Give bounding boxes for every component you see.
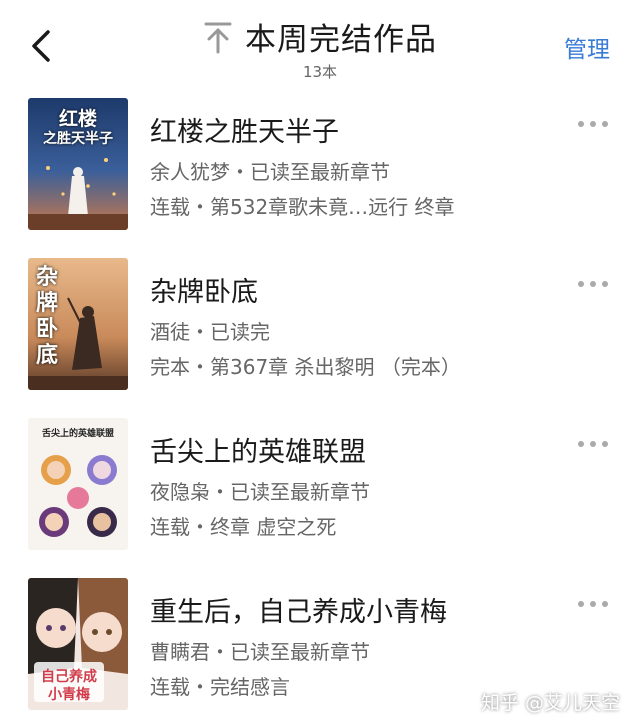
more-horizontal-icon bbox=[578, 281, 608, 287]
book-item[interactable]: 红楼 之胜天半子 红楼之胜天半子 余人犹梦・已读至最新章节 连载・第532章歌未… bbox=[0, 98, 640, 238]
book-cover[interactable]: 红楼 之胜天半子 bbox=[28, 98, 128, 230]
watermark: 知乎 @艾儿天空 bbox=[480, 692, 620, 714]
more-options-button[interactable] bbox=[576, 116, 610, 132]
book-latest-chapter: 连载・第532章歌未竟…远行 终章 bbox=[150, 195, 455, 219]
cover-title: 杂牌 bbox=[35, 264, 58, 316]
book-title: 红楼之胜天半子 bbox=[150, 117, 339, 148]
book-latest-chapter: 连载・终章 虚空之死 bbox=[150, 515, 337, 539]
more-options-button[interactable] bbox=[576, 596, 610, 612]
cover-subtitle: 之胜天半子 bbox=[43, 131, 113, 147]
book-author-status: 余人犹梦・已读至最新章节 bbox=[150, 160, 390, 184]
book-title: 杂牌卧底 bbox=[150, 277, 258, 308]
book-latest-chapter: 连载・完结感言 bbox=[150, 675, 290, 699]
cover-subtitle: 小青梅 bbox=[48, 687, 90, 703]
cover-title: 红楼 bbox=[58, 108, 97, 130]
book-cover[interactable]: 杂牌 卧底 bbox=[28, 258, 128, 390]
book-cover[interactable]: 舌尖上的英雄联盟 bbox=[28, 418, 128, 550]
cover-title: 自己养成 bbox=[41, 669, 97, 685]
more-horizontal-icon bbox=[578, 601, 608, 607]
book-item[interactable]: 舌尖上的英雄联盟 舌尖上的英雄联盟 夜隐枭・已读至最新章节 连载・终章 虚空之死 bbox=[0, 418, 640, 558]
more-options-button[interactable] bbox=[576, 276, 610, 292]
book-item[interactable]: 杂牌 卧底 杂牌卧底 酒徒・已读完 完本・第367章 杀出黎明 （完本） bbox=[0, 258, 640, 398]
book-count: 13本 bbox=[302, 63, 338, 81]
book-author-status: 夜隐枭・已读至最新章节 bbox=[150, 480, 370, 504]
more-options-button[interactable] bbox=[576, 436, 610, 452]
book-title: 舌尖上的英雄联盟 bbox=[150, 437, 366, 468]
more-horizontal-icon bbox=[578, 121, 608, 127]
arrow-up-to-top-icon[interactable] bbox=[203, 20, 233, 54]
more-horizontal-icon bbox=[578, 441, 608, 447]
page-title: 本周完结作品 bbox=[245, 22, 437, 58]
title-area: 本周完结作品 13本 bbox=[0, 14, 640, 82]
book-latest-chapter: 完本・第367章 杀出黎明 （完本） bbox=[150, 355, 461, 379]
cover-title: 舌尖上的英雄联盟 bbox=[41, 429, 114, 439]
book-author-status: 酒徒・已读完 bbox=[150, 320, 270, 344]
book-author-status: 曹瞒君・已读至最新章节 bbox=[150, 640, 370, 664]
manage-button[interactable]: 管理 bbox=[564, 30, 610, 64]
cover-subtitle: 卧底 bbox=[35, 316, 58, 368]
book-cover[interactable]: 自己养成 小青梅 bbox=[28, 578, 128, 710]
book-title: 重生后，自己养成小青梅 bbox=[150, 597, 447, 628]
top-bar: 本周完结作品 13本 管理 bbox=[0, 0, 640, 86]
